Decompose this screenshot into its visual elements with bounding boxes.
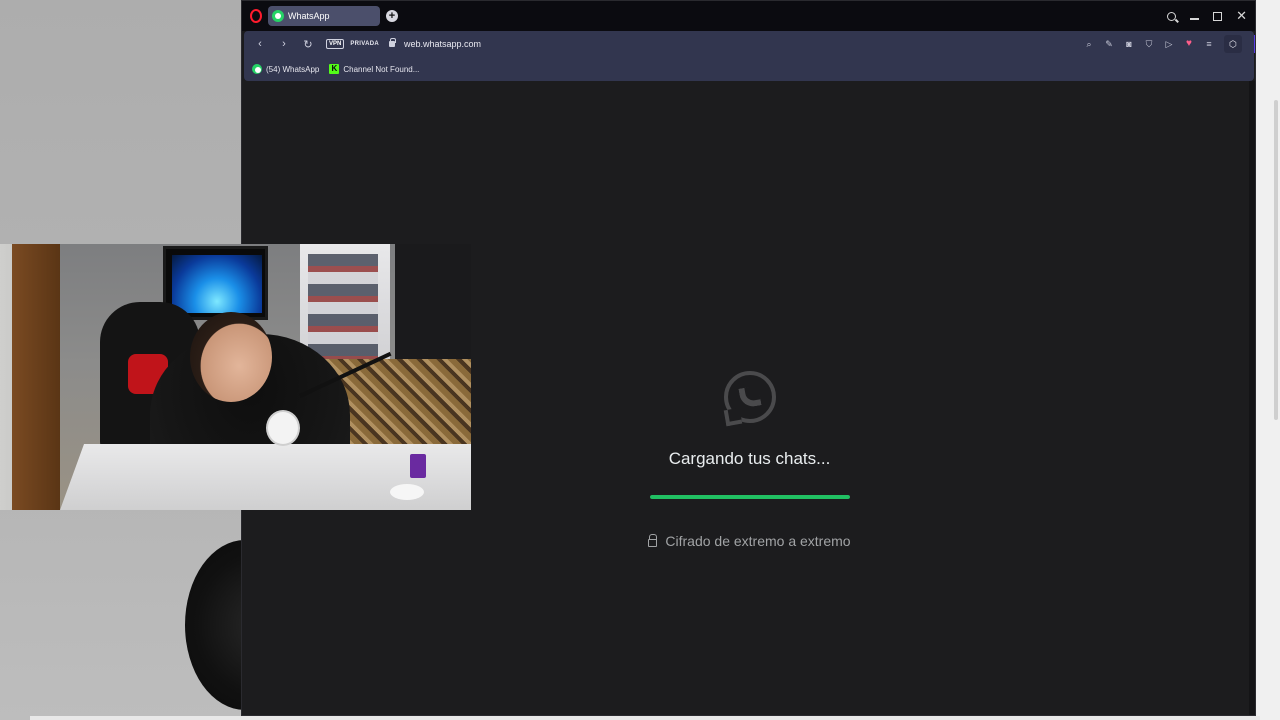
extensions-icon[interactable]: ⬡ [1224,35,1242,53]
vpn-badge[interactable]: VPN [326,39,345,49]
phone-handset-icon [737,385,762,409]
zoom-icon[interactable]: ⌕ [1084,39,1094,49]
maximize-button[interactable] [1213,11,1223,21]
edit-icon[interactable]: ✎ [1104,39,1114,49]
whatsapp-logo-icon [723,371,776,423]
minimize-button[interactable] [1190,18,1200,20]
snapshot-icon[interactable]: ◙ [1124,39,1134,49]
encryption-notice: Cifrado de extremo a extremo [242,533,1255,549]
lock-icon [648,533,658,547]
address-bar: ‹ › ↻ VPN PRIVADA web.whatsapp.com ⌕ ✎ ◙… [244,31,1255,57]
title-bar: WhatsApp + ✕ [242,1,1255,31]
taskbar-edge [30,716,1260,720]
private-mode-label: PRIVADA [350,41,380,47]
webcam-microphone [266,410,300,446]
close-button[interactable]: ✕ [1236,8,1247,24]
encryption-text: Cifrado de extremo a extremo [665,533,851,549]
bookmark-kick-channel[interactable]: K Channel Not Found... [329,64,419,74]
url-field[interactable]: web.whatsapp.com [404,39,481,49]
page-scrollbar[interactable] [1249,81,1255,715]
webcam-purple-object [410,454,426,478]
new-tab-button[interactable]: + [386,10,398,22]
bookmark-label: Channel Not Found... [343,64,420,74]
webcam-shelf-items [308,254,378,364]
whatsapp-icon [252,64,262,74]
loading-progress-fill [649,495,850,499]
shield-icon[interactable]: ⛉ [1144,39,1154,49]
tab-label: WhatsApp [288,11,330,21]
kick-icon: K [329,64,340,74]
webcam-door [12,244,60,510]
webcam-tv-fire [172,255,262,313]
reload-button[interactable]: ↻ [296,38,320,51]
webcam-person-head [190,312,272,402]
menu-icon[interactable]: ≡ [1204,39,1214,49]
heart-icon[interactable]: ♥ [1184,39,1194,49]
right-window-edge [1256,0,1280,720]
whatsapp-tab-icon [272,10,284,22]
player-icon[interactable]: ▷ [1164,39,1174,49]
address-bar-actions: ⌕ ✎ ◙ ⛉ ▷ ♥ ≡ ⬡ [1084,31,1242,57]
webcam-mouse [390,484,424,500]
bookmark-whatsapp[interactable]: (54) WhatsApp [252,64,319,74]
tab-search-icon[interactable] [1167,11,1177,21]
window-controls: ✕ [1167,1,1247,31]
back-button[interactable]: ‹ [248,38,272,50]
opera-logo-icon[interactable] [250,9,262,23]
right-scrollbar[interactable] [1274,100,1278,420]
tab-whatsapp[interactable]: WhatsApp [268,6,380,26]
forward-button[interactable]: › [272,38,296,50]
bookmark-label: (54) WhatsApp [266,64,320,74]
extension-accent [1254,35,1255,53]
loading-progress-bar [649,495,850,499]
bookmarks-bar: (54) WhatsApp K Channel Not Found... [244,57,1254,81]
site-lock-icon[interactable] [389,38,397,47]
webcam-overlay [0,244,471,510]
